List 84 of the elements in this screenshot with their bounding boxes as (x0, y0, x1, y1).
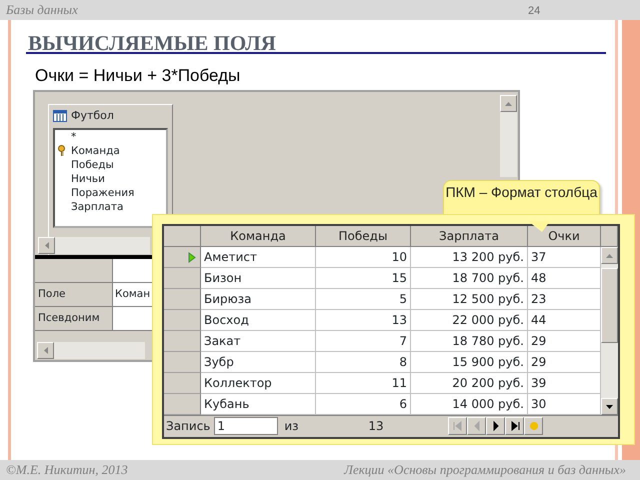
down-arrow-icon (606, 404, 613, 408)
field-name[interactable]: * (71, 130, 76, 144)
section-title: Базы данных (6, 1, 78, 20)
column-header[interactable]: Команда (201, 226, 316, 247)
horizontal-scrollbar[interactable] (37, 342, 145, 359)
table-cell: 23 (528, 289, 601, 310)
grid-cell[interactable]: Коман (113, 283, 152, 306)
table-cell: 18 780 руб. (411, 331, 528, 352)
first-record-icon (452, 421, 463, 431)
column-header[interactable]: Очки (528, 226, 601, 247)
horizontal-scrollbar[interactable] (38, 237, 150, 254)
record-selector[interactable] (164, 394, 201, 415)
table-cell: 48 (528, 268, 601, 289)
table-cell: 13 (316, 310, 411, 331)
callout-pointer-icon (528, 221, 550, 233)
table-cell: 29 (528, 331, 601, 352)
vertical-scrollbar[interactable] (601, 247, 618, 415)
up-arrow-icon (606, 254, 613, 258)
record-count: 13 (368, 418, 385, 435)
table-cell: Закат (201, 331, 316, 352)
of-label: из (283, 418, 300, 435)
table-cell: 15 (316, 268, 411, 289)
table-cell: 5 (316, 289, 411, 310)
last-record-button[interactable] (505, 417, 524, 435)
field-name[interactable]: Поражения (71, 186, 134, 200)
record-selector[interactable] (164, 310, 201, 331)
table-name: Футбол (71, 108, 114, 124)
table-cell: 13 200 руб. (411, 247, 528, 268)
last-record-icon (510, 421, 520, 431)
next-record-icon (490, 421, 501, 431)
table-cell: 37 (528, 247, 601, 268)
table-cell: Бизон (201, 268, 316, 289)
record-selector[interactable] (164, 331, 201, 352)
field-name[interactable]: Зарплата (71, 200, 124, 214)
slide-title: ВЫЧИСЛЯЕМЫЕ ПОЛЯ (28, 30, 276, 57)
table-cell: 11 (316, 373, 411, 394)
new-record-button[interactable] (524, 417, 544, 435)
column-header[interactable]: Зарплата (411, 226, 528, 247)
record-selector[interactable] (164, 352, 201, 373)
table-cell: 18 700 руб. (411, 268, 528, 289)
table-cell: 22 000 руб. (411, 310, 528, 331)
footer-course: Лекции «Основы программирования и баз данных» (344, 461, 626, 480)
record-number-field[interactable]: 1 (214, 417, 278, 435)
table-icon (53, 110, 67, 122)
table-cell: 29 (528, 352, 601, 373)
left-arrow-icon (44, 242, 48, 249)
field-name[interactable]: Команда (71, 144, 120, 158)
new-record-icon (528, 421, 539, 431)
next-record-button[interactable] (486, 417, 506, 435)
formula-text: Очки = Ничьи + 3*Победы (35, 65, 240, 87)
table-cell: 20 200 руб. (411, 373, 528, 394)
record-selector[interactable] (164, 247, 201, 268)
page-number: 24 (528, 4, 540, 19)
left-arrow-icon (44, 347, 48, 354)
footer-author: ©М.Е. Никитин, 2013 (6, 461, 128, 480)
table-cell: 15 900 руб. (411, 352, 528, 373)
grid-cell[interactable] (113, 259, 152, 282)
table-cell: Коллектор (201, 373, 316, 394)
table-cell: 39 (528, 373, 601, 394)
table-cell: 8 (316, 352, 411, 373)
vertical-scrollbar[interactable] (500, 95, 517, 177)
table-cell: Бирюза (201, 289, 316, 310)
table-cell: 6 (316, 394, 411, 415)
record-selector[interactable] (164, 373, 201, 394)
table-cell: 7 (316, 331, 411, 352)
up-arrow-icon (505, 102, 512, 106)
table-cell: Кубань (201, 394, 316, 415)
record-selector[interactable] (164, 289, 201, 310)
record-label: Запись (165, 418, 212, 435)
table-cell: Аметист (201, 247, 316, 268)
field-name[interactable]: Ничьи (71, 172, 105, 186)
grid-cell[interactable] (113, 307, 152, 330)
record-selector[interactable] (164, 268, 201, 289)
previous-record-icon (472, 421, 482, 431)
column-header[interactable]: Победы (316, 226, 411, 247)
table-cell: Восход (201, 310, 316, 331)
table-cell: 44 (528, 310, 601, 331)
table-cell: 14 000 руб. (411, 394, 528, 415)
grid-corner[interactable] (164, 226, 201, 247)
table-cell: 30 (528, 394, 601, 415)
table-cell: Зубр (201, 352, 316, 373)
table-cell: 10 (316, 247, 411, 268)
table-cell: 12 500 руб. (411, 289, 528, 310)
field-name[interactable]: Победы (71, 158, 114, 172)
